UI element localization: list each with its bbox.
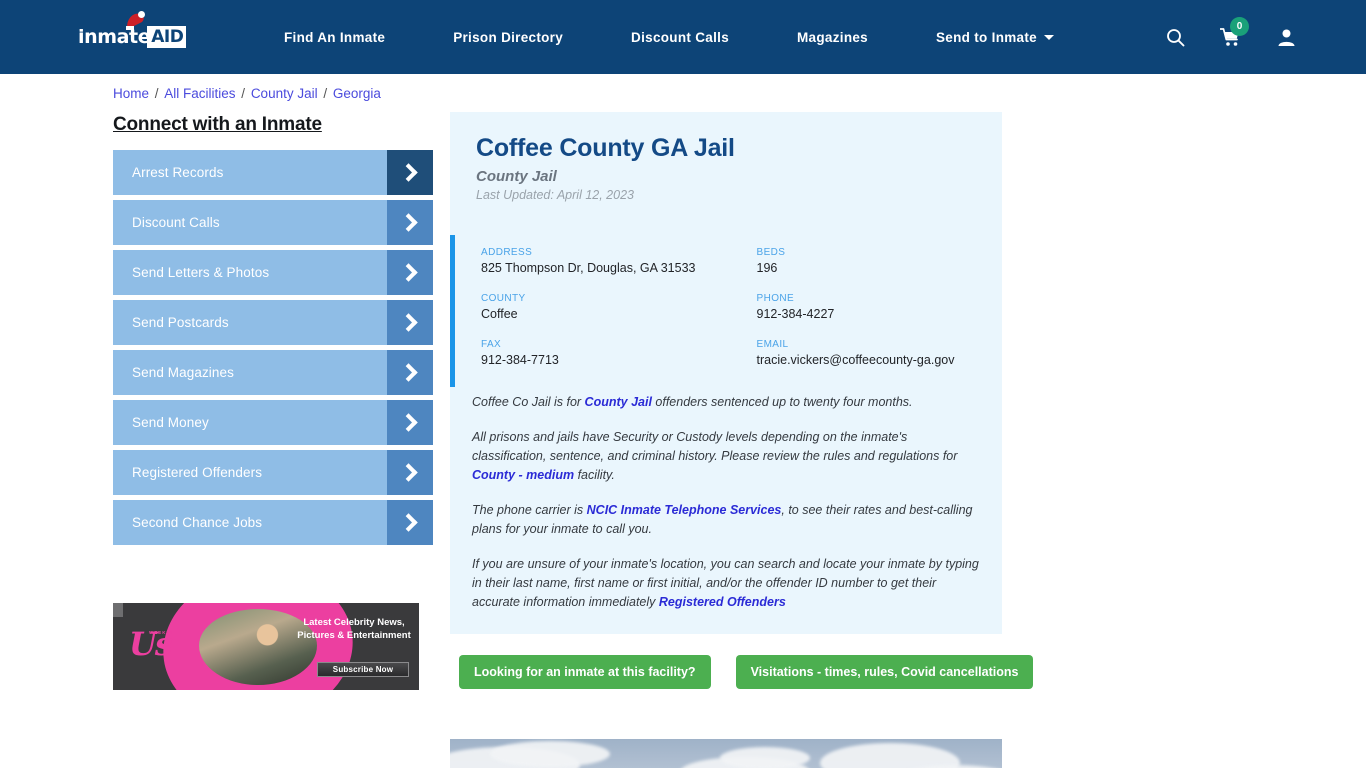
find-inmate-button[interactable]: Looking for an inmate at this facility? xyxy=(459,655,711,689)
user-account-icon[interactable] xyxy=(1277,28,1296,47)
ad-headline: Latest Celebrity News, Pictures & Entert… xyxy=(297,617,411,641)
sidebar-item-registered-offenders[interactable]: Registered Offenders xyxy=(113,450,433,495)
sidebar-item-send-magazines[interactable]: Send Magazines xyxy=(113,350,433,395)
breadcrumb-separator: / xyxy=(151,86,163,101)
detail-value: tracie.vickers@coffeecounty-ga.gov xyxy=(756,353,955,367)
detail-beds: BEDS 196 xyxy=(729,247,977,275)
nav-item-send-to-inmate[interactable]: Send to Inmate xyxy=(902,30,1088,45)
nav-item-prison-directory[interactable]: Prison Directory xyxy=(419,30,597,45)
sidebar-item-send-letters-photos[interactable]: Send Letters & Photos xyxy=(113,250,433,295)
site-logo[interactable]: inmate AID xyxy=(78,11,187,57)
detail-value: Coffee xyxy=(481,307,518,321)
detail-value: 912-384-7713 xyxy=(481,353,559,367)
visitations-button[interactable]: Visitations - times, rules, Covid cancel… xyxy=(735,655,1034,689)
sidebar-item-send-postcards[interactable]: Send Postcards xyxy=(113,300,433,345)
link-county-jail[interactable]: County Jail xyxy=(585,395,652,409)
link-registered-offenders[interactable]: Registered Offenders xyxy=(659,595,786,609)
detail-value: 825 Thompson Dr, Douglas, GA 31533 xyxy=(481,261,696,275)
facility-description: Coffee Co Jail is for County Jail offend… xyxy=(450,387,1002,634)
main-navigation: Find An Inmate Prison Directory Discount… xyxy=(250,30,1088,45)
santa-hat-icon xyxy=(126,11,145,30)
sidebar: Connect with an Inmate Arrest Records Di… xyxy=(113,114,433,550)
sidebar-item-label: Send Letters & Photos xyxy=(132,265,270,280)
site-header: inmate AID Find An Inmate Prison Director… xyxy=(0,0,1366,74)
sidebar-item-label: Send Magazines xyxy=(132,365,234,380)
chevron-right-icon xyxy=(387,300,433,345)
facility-type: County Jail xyxy=(476,168,557,185)
nav-item-magazines[interactable]: Magazines xyxy=(763,30,902,45)
breadcrumb-separator: / xyxy=(237,86,249,101)
sidebar-item-discount-calls[interactable]: Discount Calls xyxy=(113,200,433,245)
advertisement-banner[interactable]: Us WEEKLY Latest Celebrity News, Picture… xyxy=(113,603,419,690)
detail-email: EMAIL tracie.vickers@coffeecounty-ga.gov xyxy=(729,339,977,367)
facility-details-grid: ADDRESS 825 Thompson Dr, Douglas, GA 315… xyxy=(450,235,1002,387)
detail-label: BEDS xyxy=(756,247,786,258)
sidebar-item-label: Send Money xyxy=(132,415,209,430)
ad-corner-block xyxy=(113,603,123,617)
ad-subscribe-button[interactable]: Subscribe Now xyxy=(317,662,409,677)
breadcrumb-item-all-facilities[interactable]: All Facilities xyxy=(164,86,235,101)
sidebar-item-label: Registered Offenders xyxy=(132,465,263,480)
detail-label: COUNTY xyxy=(481,293,526,304)
breadcrumb-item-county-jail[interactable]: County Jail xyxy=(251,86,318,101)
detail-county: COUNTY Coffee xyxy=(481,293,729,321)
breadcrumb-item-georgia[interactable]: Georgia xyxy=(333,86,381,101)
nav-item-discount-calls[interactable]: Discount Calls xyxy=(597,30,763,45)
facility-last-updated: Last Updated: April 12, 2023 xyxy=(476,188,634,202)
nav-item-find-an-inmate[interactable]: Find An Inmate xyxy=(250,30,419,45)
chevron-right-icon xyxy=(387,200,433,245)
header-icon-group: 0 xyxy=(1166,17,1296,47)
breadcrumb-separator: / xyxy=(319,86,331,101)
breadcrumb-item-home[interactable]: Home xyxy=(113,86,149,101)
detail-address: ADDRESS 825 Thompson Dr, Douglas, GA 315… xyxy=(481,247,729,275)
facility-exterior-photo xyxy=(450,739,1002,768)
facility-header: Coffee County GA Jail County Jail Last U… xyxy=(450,112,1002,208)
ad-brand-sublabel: WEEKLY xyxy=(149,630,174,635)
text-segment: offenders sentenced up to twenty four mo… xyxy=(651,395,913,409)
description-paragraph-4: If you are unsure of your inmate's locat… xyxy=(472,555,980,612)
sidebar-item-label: Discount Calls xyxy=(132,215,220,230)
text-segment: Coffee Co Jail is for xyxy=(472,395,585,409)
sidebar-item-label: Send Postcards xyxy=(132,315,229,330)
sidebar-item-second-chance-jobs[interactable]: Second Chance Jobs xyxy=(113,500,433,545)
text-segment: facility. xyxy=(574,468,615,482)
sidebar-title: Connect with an Inmate xyxy=(113,114,322,135)
shopping-cart-icon[interactable]: 0 xyxy=(1220,17,1249,47)
facility-info-panel: Coffee County GA Jail County Jail Last U… xyxy=(450,112,1002,634)
chevron-right-icon xyxy=(387,500,433,545)
search-icon[interactable] xyxy=(1166,28,1185,47)
detail-label: PHONE xyxy=(756,293,795,304)
text-segment: The phone carrier is xyxy=(472,503,587,517)
chevron-right-icon xyxy=(387,150,433,195)
detail-fax: FAX 912-384-7713 xyxy=(481,339,729,367)
breadcrumb: Home / All Facilities / County Jail / Ge… xyxy=(113,86,381,101)
chevron-right-icon xyxy=(387,350,433,395)
logo-badge: AID xyxy=(147,26,187,48)
sidebar-item-send-money[interactable]: Send Money xyxy=(113,400,433,445)
sidebar-item-arrest-records[interactable]: Arrest Records xyxy=(113,150,433,195)
detail-value: 912-384-4227 xyxy=(756,307,835,321)
page-title: Coffee County GA Jail xyxy=(476,134,735,162)
chevron-right-icon xyxy=(387,250,433,295)
detail-phone: PHONE 912-384-4227 xyxy=(729,293,977,321)
detail-label: FAX xyxy=(481,339,502,350)
description-paragraph-2: All prisons and jails have Security or C… xyxy=(472,428,980,485)
text-segment: All prisons and jails have Security or C… xyxy=(472,430,958,463)
sidebar-item-label: Arrest Records xyxy=(132,165,224,180)
chevron-right-icon xyxy=(387,400,433,445)
link-ncic-inmate-telephone-services[interactable]: NCIC Inmate Telephone Services xyxy=(587,503,782,517)
facility-action-buttons: Looking for an inmate at this facility? … xyxy=(450,655,1034,689)
detail-label: ADDRESS xyxy=(481,247,533,258)
detail-label: EMAIL xyxy=(756,339,789,350)
cart-count-badge: 0 xyxy=(1230,17,1249,36)
chevron-right-icon xyxy=(387,450,433,495)
link-county-medium[interactable]: County - medium xyxy=(472,468,574,482)
description-paragraph-1: Coffee Co Jail is for County Jail offend… xyxy=(472,393,980,412)
sidebar-item-label: Second Chance Jobs xyxy=(132,515,263,530)
detail-value: 196 xyxy=(756,261,778,275)
description-paragraph-3: The phone carrier is NCIC Inmate Telepho… xyxy=(472,501,980,539)
